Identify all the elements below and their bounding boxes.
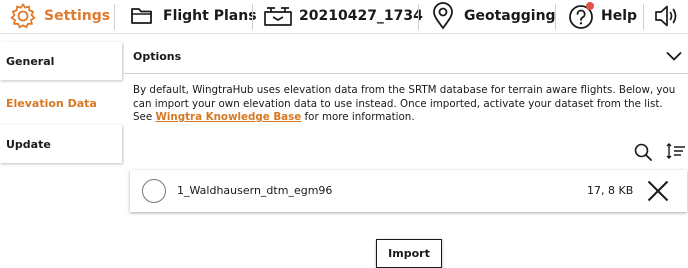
gear-icon — [10, 2, 36, 29]
dataset-radio[interactable] — [142, 179, 166, 203]
flight-plans-label: Flight Plans — [163, 8, 257, 24]
settings-tab[interactable]: Settings — [9, 0, 110, 32]
divider — [418, 4, 419, 30]
chevron-down-icon — [666, 51, 682, 61]
options-dropdown[interactable]: Options — [124, 40, 688, 74]
search-icon[interactable] — [634, 143, 652, 161]
speaker-icon — [655, 5, 677, 27]
flight-plans-tab[interactable]: Flight Plans — [130, 0, 257, 32]
flight-tab[interactable]: 20210427_1734 — [262, 0, 423, 32]
divider — [114, 4, 115, 30]
sidebar-item-label: Update — [6, 137, 51, 151]
description-text: By default, WingtraHub uses elevation da… — [133, 84, 676, 123]
help-tab[interactable]: Help — [568, 0, 637, 32]
options-title: Options — [133, 50, 182, 63]
help-icon — [569, 2, 594, 29]
sidebar-item-update[interactable]: Update — [0, 125, 122, 163]
list-item[interactable]: 1_Waldhausern_dtm_egm96 17, 8 KB — [130, 170, 687, 212]
close-icon[interactable] — [647, 180, 669, 202]
geotagging-tab[interactable]: Geotagging — [431, 0, 556, 32]
sidebar-item-general[interactable]: General — [0, 42, 122, 80]
knowledge-base-link[interactable]: Wingtra Knowledge Base — [155, 111, 301, 123]
dataset-name: 1_Waldhausern_dtm_egm96 — [177, 184, 333, 197]
settings-label: Settings — [44, 8, 111, 24]
location-pin-icon — [433, 2, 453, 30]
sort-icon[interactable] — [666, 143, 686, 159]
dataset-size: 17, 8 KB — [587, 184, 634, 197]
sidebar-item-elevation-data[interactable]: Elevation Data — [0, 84, 122, 122]
sidebar-item-label: Elevation Data — [6, 96, 97, 110]
elevation-data-panel: Options By default, WingtraHub uses elev… — [124, 40, 688, 268]
help-label: Help — [601, 8, 638, 24]
top-bar: Settings Flight Plans 20210427_1734 Geot… — [0, 0, 688, 34]
sidebar-item-label: General — [6, 54, 55, 68]
geotagging-label: Geotagging — [464, 8, 556, 24]
divider — [555, 4, 556, 30]
divider — [252, 4, 253, 30]
import-button[interactable]: Import — [376, 239, 442, 268]
folder-icon — [131, 8, 152, 24]
flight-id-label: 20210427_1734 — [299, 8, 423, 24]
drone-icon — [264, 7, 292, 26]
sound-toggle[interactable] — [653, 0, 679, 32]
divider — [643, 4, 644, 30]
